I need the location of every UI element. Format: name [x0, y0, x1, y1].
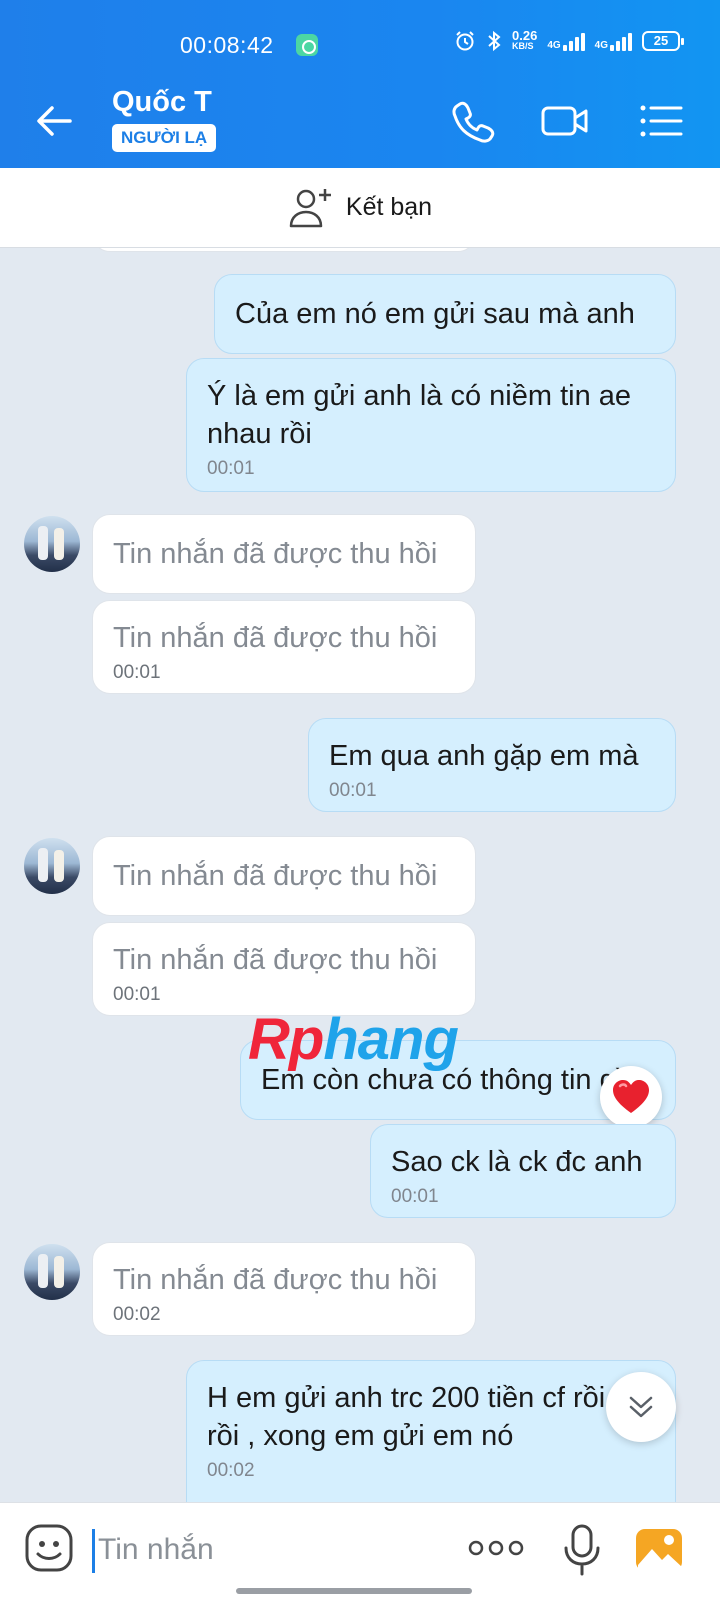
message-text: Tin nhắn đã được thu hồi [113, 622, 438, 654]
microphone-icon[interactable] [560, 1523, 604, 1577]
message-bubble-recalled[interactable]: Tin nhắn đã được thu hồi [92, 836, 476, 916]
add-friend-button[interactable]: Kết bạn [0, 168, 720, 248]
message-time: 00:01 [113, 984, 161, 1005]
bluetooth-icon [488, 30, 501, 52]
message-text: Tin nhắn đã được thu hồi [113, 860, 438, 892]
message-time: 00:02 [113, 1304, 161, 1325]
message-bubble-recalled[interactable]: Tin nhắn đã được thu hồi [92, 514, 476, 594]
message-time: 00:01 [329, 780, 377, 801]
message-text: Tin nhắn đã được thu hồi [113, 538, 438, 570]
menu-list-icon[interactable] [636, 96, 686, 146]
add-person-icon [289, 188, 331, 227]
more-options-icon[interactable] [466, 1533, 526, 1563]
sticker-emoji-icon[interactable] [24, 1523, 74, 1573]
back-arrow-icon[interactable] [30, 96, 80, 146]
message-bubble-outgoing[interactable]: Em qua anh gặp em mà 00:01 [308, 718, 676, 812]
app-header-background: 00:08:42 0.26 KB/S 4G 4G 25 Quốc T NGƯỜI… [0, 0, 720, 168]
contact-avatar[interactable] [24, 516, 80, 572]
add-friend-label: Kết bạn [345, 193, 433, 221]
message-time: 00:01 [207, 458, 255, 479]
message-bubble-recalled[interactable]: Tin nhắn đã được thu hồi 00:01 [92, 600, 476, 694]
message-text: Tin nhắn đã được thu hồi [113, 944, 438, 976]
status-icons: 0.26 KB/S 4G 4G 25 [454, 28, 684, 52]
text-cursor [92, 1529, 95, 1573]
battery-icon: 25 [642, 31, 684, 51]
message-bubble-outgoing[interactable]: Của em nó em gửi sau mà anh [214, 274, 676, 354]
message-text: H em gửi anh trc 200 tiền cf rồi lhe rồi… [207, 1382, 652, 1452]
alarm-icon [456, 31, 474, 51]
contact-avatar[interactable] [24, 838, 80, 894]
message-bubble-recalled[interactable]: Tin nhắn đã được thu hồi 00:01 [92, 922, 476, 1016]
sim1-signal-icon: 4G [547, 31, 585, 51]
scroll-to-bottom-button[interactable] [606, 1372, 676, 1442]
message-bubble-outgoing[interactable]: Sao ck là ck đc anh 00:01 [370, 1124, 676, 1218]
message-bubble-recalled[interactable]: Tin nhắn đã được thu hồi 00:02 [92, 1242, 476, 1336]
message-text: Tin nhắn đã được thu hồi [113, 1264, 438, 1296]
message-composer [0, 1502, 720, 1600]
status-time: 00:08:42 [180, 32, 274, 58]
sim2-signal-icon: 4G [595, 31, 632, 51]
message-text: Em qua anh gặp em mà [329, 740, 639, 772]
message-list[interactable]: Của em nó em gửi sau mà anh Ý là em gửi … [0, 248, 720, 1502]
image-gallery-icon[interactable] [634, 1525, 684, 1575]
message-time: 00:02 [207, 1460, 255, 1481]
status-bar: 00:08:42 0.26 KB/S 4G 4G 25 [0, 0, 720, 72]
message-bubble-outgoing[interactable]: Ý là em gửi anh là có niềm tin ae nhau r… [186, 358, 676, 492]
message-text: Của em nó em gửi sau mà anh [235, 298, 635, 330]
message-text: Ý là em gửi anh là có niềm tin ae nhau r… [207, 380, 632, 450]
message-cut-top [92, 248, 476, 252]
notification-app-icon [296, 34, 318, 56]
message-bubble-outgoing[interactable]: H em gửi anh trc 200 tiền cf rồi lhe rồi… [186, 1360, 676, 1502]
contact-avatar[interactable] [24, 1244, 80, 1300]
phone-icon[interactable] [448, 96, 498, 146]
message-time: 00:01 [391, 1186, 439, 1207]
double-chevron-down-icon [629, 1396, 653, 1418]
video-call-icon[interactable] [540, 96, 590, 146]
message-time: 00:01 [113, 662, 161, 683]
heart-reaction-icon[interactable] [600, 1066, 662, 1128]
chat-header: Quốc T NGƯỜI LẠ [0, 72, 720, 168]
contact-name[interactable]: Quốc T [112, 86, 212, 119]
message-text: Sao ck là ck đc anh [391, 1146, 643, 1178]
network-speed: 0.26 KB/S [512, 28, 538, 51]
message-input[interactable] [98, 1525, 438, 1575]
stranger-badge: NGƯỜI LẠ [112, 124, 217, 152]
message-text: Em còn chưa có thông tin gì [261, 1064, 624, 1096]
home-indicator[interactable] [236, 1588, 472, 1594]
